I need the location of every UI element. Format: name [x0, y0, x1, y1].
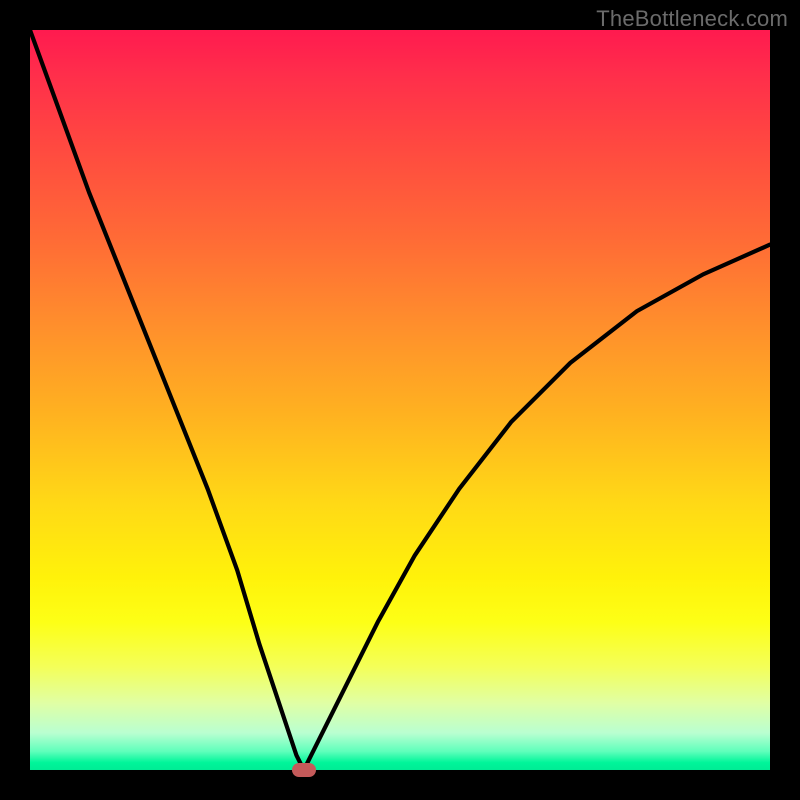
bottleneck-curve: [30, 30, 770, 770]
plot-area: [30, 30, 770, 770]
watermark-text: TheBottleneck.com: [596, 6, 788, 32]
optimum-marker: [292, 763, 316, 777]
chart-container: TheBottleneck.com: [0, 0, 800, 800]
